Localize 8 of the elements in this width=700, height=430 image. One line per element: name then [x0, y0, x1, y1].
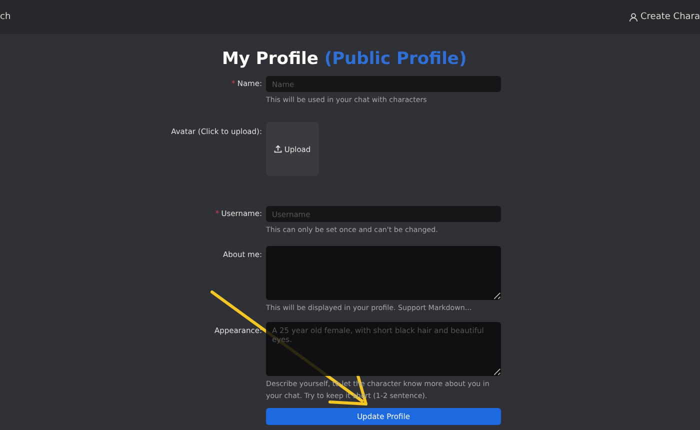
required-mark: * [215, 209, 220, 218]
page-title: My Profile (Public Profile) [222, 48, 468, 70]
user-icon [628, 12, 638, 22]
upload-icon [274, 145, 282, 153]
nav-text: ch [0, 12, 11, 22]
required-mark: * [231, 79, 236, 88]
create-character-link[interactable]: Create Chara [628, 12, 700, 22]
text-area[interactable] [266, 246, 501, 300]
